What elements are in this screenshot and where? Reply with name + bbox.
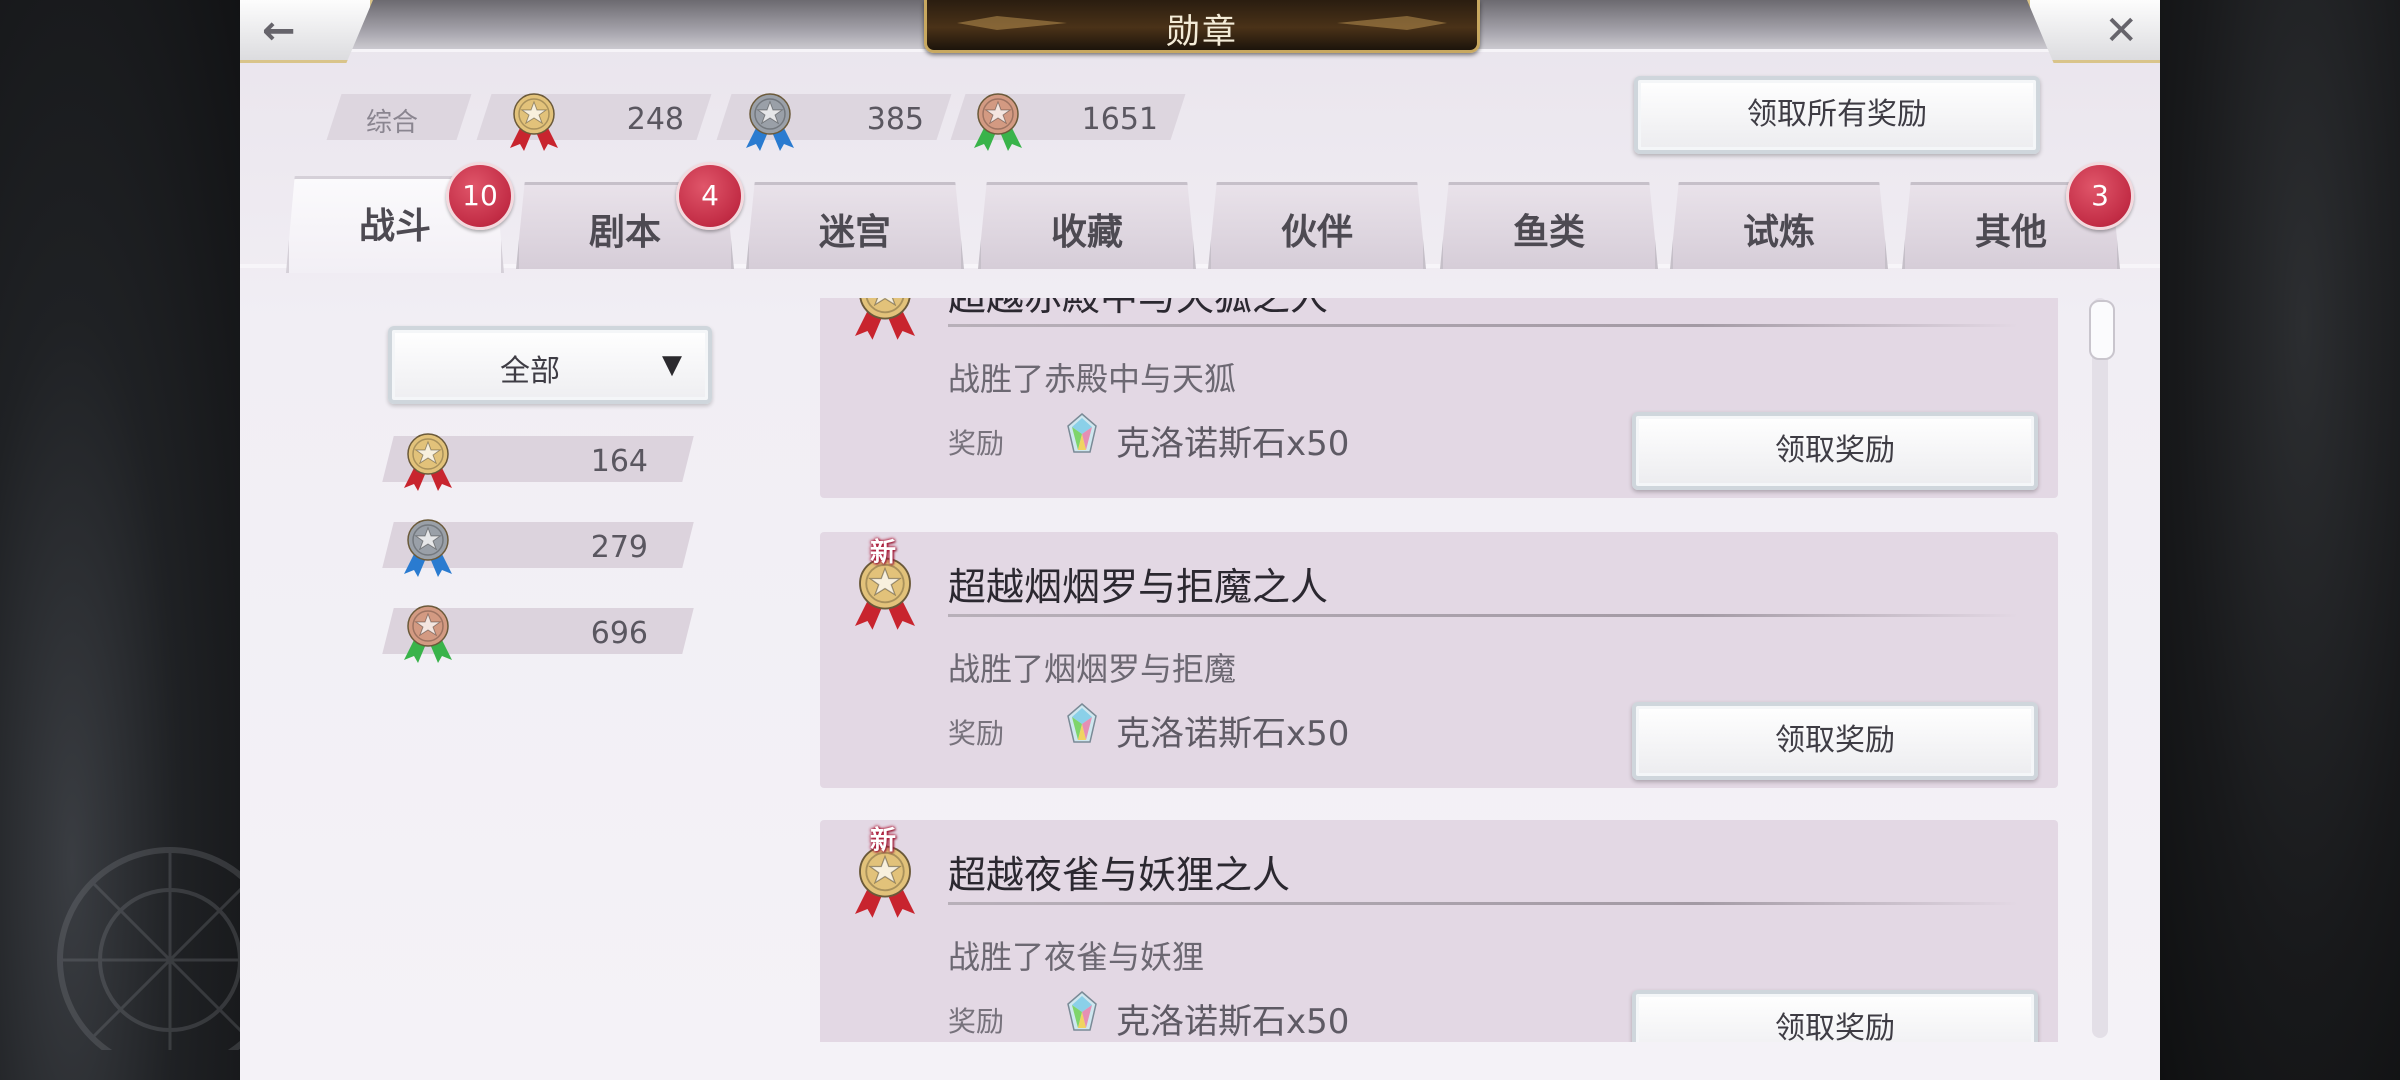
- achievement-card: 新 超越烟烟罗与拒魔之人 战胜了烟烟罗与拒魔 奖励 克洛诺斯石x50 领取奖励: [820, 532, 2058, 788]
- summary-label-box: 综合: [326, 94, 472, 140]
- achievement-title: 超越夜雀与妖狸之人: [948, 853, 1291, 897]
- reward-value: 克洛诺斯石x50: [1116, 424, 1350, 464]
- tab-battle-badge: 10: [446, 162, 514, 230]
- achievement-desc: 战胜了赤殿中与天狐: [948, 360, 1237, 398]
- gear-decoration-icon: [57, 847, 240, 1050]
- summary-bronze-count: 1651: [1081, 102, 1158, 137]
- gold-medal-icon: [506, 88, 562, 152]
- close-button[interactable]: ✕: [2027, 0, 2160, 63]
- summary-label: 综合: [366, 108, 419, 138]
- tab-collection[interactable]: 收藏: [978, 182, 1196, 269]
- filter-dropdown[interactable]: 全部 ▼: [388, 326, 712, 404]
- bronze-medal-icon: [970, 88, 1026, 152]
- claim-reward-button[interactable]: 领取奖励: [1632, 702, 2038, 780]
- achievement-desc: 战胜了夜雀与妖狸: [948, 938, 1205, 976]
- achievement-title: 超越赤殿中与天狐之人: [948, 298, 1328, 321]
- filter-value: 全部: [500, 354, 560, 389]
- chronos-stone-icon: [1064, 702, 1100, 744]
- reward-label: 奖励: [948, 1005, 1005, 1038]
- right-background: [2160, 0, 2400, 1080]
- close-icon: ✕: [2104, 8, 2138, 54]
- reward-label: 奖励: [948, 427, 1005, 460]
- count-gold-value: 164: [590, 444, 648, 479]
- divider: [948, 902, 2018, 905]
- chronos-stone-icon: [1064, 412, 1100, 454]
- reward-value: 克洛诺斯石x50: [1116, 714, 1350, 754]
- gold-medal-icon: [400, 428, 456, 492]
- chronos-stone-icon: [1064, 990, 1100, 1032]
- new-tag: 新: [870, 538, 897, 568]
- back-button[interactable]: ←: [240, 0, 373, 63]
- claim-reward-button[interactable]: 领取奖励: [1632, 990, 2038, 1042]
- summary-gold-count: 248: [626, 102, 684, 137]
- bronze-medal-icon: [400, 600, 456, 664]
- silver-medal-icon: [742, 88, 798, 152]
- tab-other-badge: 3: [2066, 162, 2134, 230]
- achievement-title: 超越烟烟罗与拒魔之人: [948, 565, 1329, 609]
- reward-label: 奖励: [948, 717, 1005, 750]
- summary-silver-count: 385: [866, 102, 924, 137]
- back-arrow-icon: ←: [262, 8, 296, 54]
- page-title: 勋章: [1166, 12, 1238, 52]
- list-scrollbar[interactable]: [2089, 298, 2115, 1038]
- achievement-list[interactable]: 超越赤殿中与天狐之人 战胜了赤殿中与天狐 奖励 克洛诺斯石x50 领取奖励 新 …: [820, 298, 2060, 1042]
- reward-value: 克洛诺斯石x50: [1116, 1002, 1350, 1042]
- tab-trial[interactable]: 试炼: [1670, 182, 1888, 269]
- count-bronze-value: 696: [590, 616, 648, 651]
- title-plate: 勋章: [924, 0, 1480, 53]
- tab-companion[interactable]: 伙伴: [1208, 182, 1426, 269]
- silver-medal-icon: [400, 514, 456, 578]
- tab-script-badge: 4: [676, 162, 744, 230]
- tab-fish[interactable]: 鱼类: [1440, 182, 1658, 269]
- achievement-card: 新 超越夜雀与妖狸之人 战胜了夜雀与妖狸 奖励 克洛诺斯石x50 领取奖励: [820, 820, 2058, 1042]
- medal-panel: ← ✕ 勋章 综合 248 385 1651 领取所有奖励 战斗 剧本 迷宫 收…: [240, 0, 2160, 1080]
- claim-reward-button[interactable]: 领取奖励: [1632, 412, 2038, 490]
- claim-all-button[interactable]: 领取所有奖励: [1634, 76, 2040, 154]
- count-silver-value: 279: [590, 530, 648, 565]
- left-background: [0, 0, 240, 1080]
- dropdown-arrow-icon: ▼: [662, 350, 682, 380]
- divider: [948, 614, 2018, 617]
- divider: [948, 324, 2018, 327]
- tab-labyrinth[interactable]: 迷宫: [746, 182, 964, 269]
- achievement-card: 超越赤殿中与天狐之人 战胜了赤殿中与天狐 奖励 克洛诺斯石x50 领取奖励: [820, 298, 2058, 498]
- achievement-desc: 战胜了烟烟罗与拒魔: [948, 650, 1237, 688]
- new-tag: 新: [870, 826, 897, 856]
- scrollbar-thumb[interactable]: [2089, 300, 2115, 360]
- gold-medal-icon: [850, 298, 920, 342]
